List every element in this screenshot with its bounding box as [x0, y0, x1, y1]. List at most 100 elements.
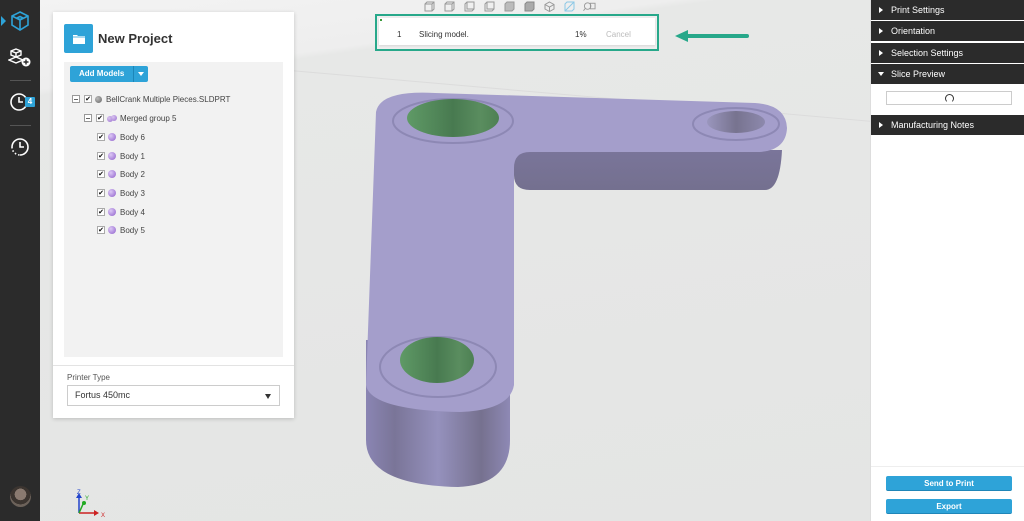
body-checkbox[interactable]: ✔: [97, 189, 105, 197]
section-orientation[interactable]: Orientation: [871, 21, 1024, 41]
tree-root-row[interactable]: ✔ BellCrank Multiple Pieces.SLDPRT: [72, 92, 230, 106]
chevron-right-icon: [879, 7, 883, 13]
nav-print-queue[interactable]: 4: [0, 84, 40, 118]
chevron-down-icon: [265, 394, 271, 399]
body-label: Body 4: [120, 207, 145, 217]
top-view-icon: [504, 1, 515, 12]
iso-view-button[interactable]: [543, 0, 556, 13]
x-label: X: [101, 513, 105, 518]
bottom-view-button[interactable]: [523, 0, 536, 13]
body-label: Body 3: [120, 188, 145, 198]
tree-body-row[interactable]: ✔ Body 5: [97, 223, 145, 237]
annotation-arrow-icon: [675, 30, 749, 42]
nav-history[interactable]: [0, 130, 40, 164]
zoom-fit-button[interactable]: [583, 0, 596, 13]
body-label: Body 6: [120, 132, 145, 142]
body-icon: [108, 189, 116, 197]
chevron-right-icon: [879, 50, 883, 56]
z-label: Z: [77, 490, 81, 496]
progress-percent: 1%: [575, 30, 587, 39]
right-view-button[interactable]: [483, 0, 496, 13]
upper-hole-selected[interactable]: [407, 99, 499, 137]
nav-model-view[interactable]: [0, 4, 40, 38]
tree-group-label: Merged group 5: [120, 113, 177, 123]
tree-body-row[interactable]: ✔ Body 2: [97, 167, 145, 181]
group-checkbox[interactable]: ✔: [96, 114, 104, 122]
collapse-toggle[interactable]: [72, 95, 80, 103]
zoom-fit-icon: [583, 2, 596, 11]
cube-icon: [11, 11, 29, 31]
progress-indicator: [380, 19, 382, 21]
part-file-icon: [95, 95, 102, 103]
collapse-toggle[interactable]: [84, 114, 92, 122]
chevron-right-icon: [879, 28, 883, 34]
project-icon-tile: [64, 24, 93, 53]
chevron-down-icon: [878, 72, 884, 76]
front-view-button[interactable]: [423, 0, 436, 13]
slicing-progress-card: 1 Slicing model. 1% Cancel: [375, 14, 659, 51]
nav-rail: 4: [0, 0, 40, 521]
tree-body-row[interactable]: ✔ Body 3: [97, 186, 145, 200]
y-label: Y: [85, 496, 89, 502]
body-label: Body 5: [120, 225, 145, 235]
body-label: Body 1: [120, 151, 145, 161]
iso-view-icon: [544, 1, 555, 12]
back-view-icon: [444, 1, 455, 12]
chevron-down-icon: [138, 72, 145, 76]
cancel-button[interactable]: Cancel: [606, 30, 631, 39]
perspective-view-button[interactable]: [563, 0, 576, 13]
left-view-button[interactable]: [463, 0, 476, 13]
add-models-split-button: Add Models: [70, 66, 149, 82]
tree-group-row[interactable]: ✔ Merged group 5: [84, 111, 176, 125]
body-label: Body 2: [120, 169, 145, 179]
slice-preview-loading: [886, 91, 1012, 105]
send-to-print-button[interactable]: Send to Print: [886, 476, 1012, 491]
progress-message: Slicing model.: [419, 30, 469, 39]
body-checkbox[interactable]: ✔: [97, 152, 105, 160]
printer-type-value: Fortus 450mc: [75, 390, 131, 400]
front-view-icon: [424, 1, 435, 12]
tree-body-row[interactable]: ✔ Body 6: [97, 130, 145, 144]
add-models-button[interactable]: Add Models: [70, 66, 134, 82]
add-models-dropdown[interactable]: [133, 66, 149, 82]
tree-body-row[interactable]: ✔ Body 4: [97, 205, 145, 219]
panel-divider: [53, 365, 294, 366]
group-icon: [107, 114, 117, 122]
add-part-icon: [8, 48, 31, 67]
export-button[interactable]: Export: [886, 499, 1012, 514]
chevron-right-icon: [879, 122, 883, 128]
section-manufacturing-notes[interactable]: Manufacturing Notes: [871, 115, 1024, 135]
root-checkbox[interactable]: ✔: [84, 95, 92, 103]
body-checkbox[interactable]: ✔: [97, 226, 105, 234]
job-index: 1: [397, 30, 402, 39]
top-view-button[interactable]: [503, 0, 516, 13]
nav-add-model[interactable]: [0, 40, 40, 74]
arm-side: [514, 150, 782, 190]
lower-hole-selected[interactable]: [400, 337, 474, 383]
right-hole[interactable]: [707, 111, 765, 133]
project-title: New Project: [98, 31, 173, 46]
body-checkbox[interactable]: ✔: [97, 170, 105, 178]
body-checkbox[interactable]: ✔: [97, 133, 105, 141]
printer-type-select[interactable]: Fortus 450mc: [67, 385, 280, 406]
body-icon: [108, 133, 116, 141]
printer-type-label: Printer Type: [67, 373, 110, 382]
tree-root-label: BellCrank Multiple Pieces.SLDPRT: [106, 94, 231, 104]
section-label: Manufacturing Notes: [891, 120, 975, 130]
tree-body-row[interactable]: ✔ Body 1: [97, 149, 145, 163]
history-icon: [11, 138, 29, 156]
rail-divider: [10, 125, 31, 126]
back-view-button[interactable]: [443, 0, 456, 13]
right-view-icon: [484, 1, 495, 12]
left-view-icon: [464, 1, 475, 12]
user-avatar[interactable]: [10, 486, 31, 507]
queue-count-badge: 4: [25, 97, 35, 107]
body-icon: [108, 208, 116, 216]
section-print-settings[interactable]: Print Settings: [871, 0, 1024, 20]
axis-triad: Z Y X: [76, 490, 105, 518]
section-slice-preview[interactable]: Slice Preview: [871, 64, 1024, 84]
section-selection-settings[interactable]: Selection Settings: [871, 43, 1024, 63]
body-checkbox[interactable]: ✔: [97, 208, 105, 216]
folder-icon: [72, 34, 85, 44]
section-label: Print Settings: [891, 5, 945, 15]
